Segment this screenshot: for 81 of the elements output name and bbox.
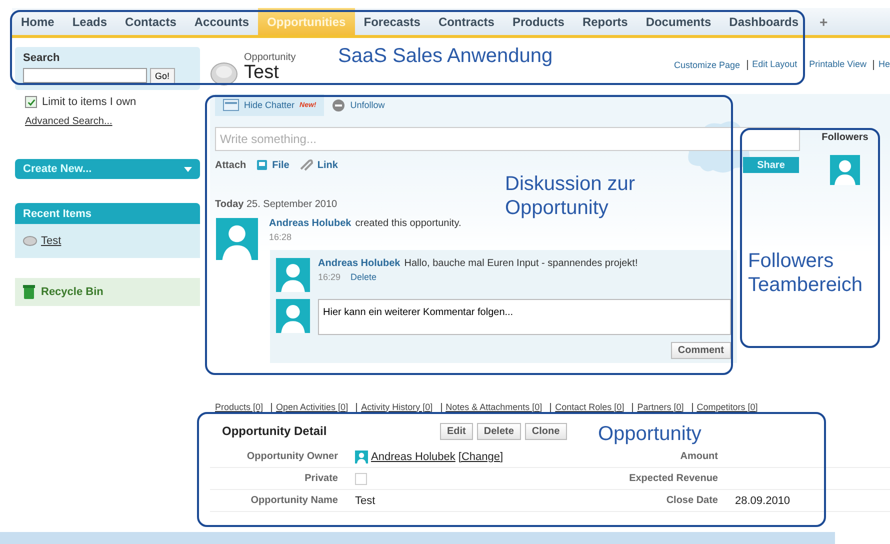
comment-field[interactable]: Hier kann ein weiterer Kommentar folgen... <box>318 299 731 335</box>
document-icon <box>256 159 268 171</box>
field-label: Private <box>304 473 338 484</box>
comment-text: Hallo, bauche mal Euren Input - spannendes projekt! <box>404 258 638 269</box>
related-list-link[interactable]: Contact Roles [0] <box>550 402 626 412</box>
field-label: Opportunity Owner <box>246 451 338 462</box>
nav-tab[interactable]: Contacts <box>116 8 186 35</box>
field-label: Amount <box>679 451 718 462</box>
search-field[interactable] <box>23 68 147 83</box>
page-link[interactable]: He <box>873 60 890 70</box>
recent-items-title: Recent Items <box>23 208 92 220</box>
change-link[interactable]: [Change] <box>458 450 504 462</box>
recycle-bin-link[interactable]: Recycle Bin <box>41 286 104 298</box>
related-list-link[interactable]: Open Activities [0] <box>271 402 350 412</box>
record-type: Opportunity <box>244 52 296 63</box>
checkbox-label: Limit to items I own <box>42 96 136 108</box>
avatar-icon[interactable] <box>830 155 860 185</box>
nav-tab[interactable]: Forecasts <box>354 8 430 35</box>
detail-button[interactable]: Delete <box>476 422 521 440</box>
annotation-label: Followers Teambereich <box>748 249 864 297</box>
nav-tab[interactable]: Contracts <box>429 8 504 35</box>
related-list-link[interactable]: Notes & Attachments [0] <box>440 402 544 412</box>
page-link[interactable]: Customize Page <box>674 60 740 70</box>
avatar-icon <box>215 218 259 260</box>
coin-icon <box>23 236 37 246</box>
coin-icon <box>210 60 238 86</box>
nav-tab[interactable]: Home <box>12 8 64 35</box>
detail-button[interactable]: Clone <box>524 422 567 440</box>
field-label: Expected Revenue <box>628 473 718 484</box>
avatar-icon <box>276 258 310 292</box>
nav-tab[interactable]: Leads <box>63 8 116 35</box>
page-link[interactable]: Edit Layout <box>747 60 798 70</box>
feed-date: Today 25. September 2010 <box>215 199 338 210</box>
related-list-link[interactable]: Activity History [0] <box>356 402 435 412</box>
nav-tab[interactable]: Documents <box>636 8 720 35</box>
annotation-label: Opportunity <box>598 422 702 446</box>
add-tab-button[interactable]: + <box>808 8 840 35</box>
caret-icon <box>184 166 192 172</box>
record-title: Test <box>244 63 279 83</box>
field-value: 28.09.2010 <box>735 494 790 506</box>
nav-tab[interactable]: Dashboards <box>720 8 808 35</box>
field-label: Close Date <box>665 495 718 506</box>
checkbox[interactable] <box>25 96 37 108</box>
comment-button[interactable]: Comment <box>670 342 731 359</box>
nav-tab[interactable]: Accounts <box>185 8 258 35</box>
window-icon <box>223 99 239 111</box>
attach-link[interactable]: Link <box>299 159 338 171</box>
nav-tab[interactable]: Products <box>503 8 574 35</box>
page-link[interactable]: Printable View <box>804 60 866 70</box>
delete-link[interactable]: Delete <box>350 272 377 282</box>
recent-item-link[interactable]: Test <box>41 235 62 247</box>
section-title: Opportunity Detail <box>221 424 328 438</box>
field-label: Opportunity Name <box>250 495 338 506</box>
avatar-icon <box>355 450 368 464</box>
horizontal-scrollbar[interactable] <box>0 532 835 544</box>
annotation-label: Diskussion zur Opportunity <box>505 172 636 220</box>
detail-button[interactable]: Edit <box>440 422 473 440</box>
annotation-label: SaaS Sales Anwendung <box>338 44 554 68</box>
field-value: Test <box>355 494 376 506</box>
followers-title: Followers <box>822 132 868 143</box>
post-field[interactable]: Write something... <box>215 127 800 151</box>
owner-link[interactable]: Andreas Holubek <box>371 450 456 462</box>
attach-label: Attach <box>215 160 246 170</box>
author-link[interactable]: Andreas Holubek <box>318 258 400 269</box>
comment-time: 16:29 <box>318 272 341 282</box>
minus-icon <box>332 98 346 112</box>
advanced-search-link[interactable]: Advanced Search... <box>25 116 200 127</box>
avatar-icon <box>276 299 310 333</box>
post-text: created this opportunity. <box>355 218 462 229</box>
related-list-link[interactable]: Partners [0] <box>632 402 686 412</box>
trash-icon <box>23 285 35 299</box>
paperclip-icon <box>299 159 314 171</box>
search-title: Search <box>23 52 61 64</box>
related-list-link[interactable]: Products [0] <box>215 402 266 412</box>
nav-tab[interactable]: Reports <box>573 8 637 35</box>
go-button[interactable]: Go! <box>150 68 175 84</box>
post-time: 16:28 <box>269 232 293 242</box>
author-link[interactable]: Andreas Holubek <box>269 218 352 229</box>
attach-link[interactable]: File <box>256 159 290 171</box>
chatter-tab[interactable]: Unfollow <box>324 94 393 116</box>
related-list-link[interactable]: Competitors [0] <box>692 402 760 412</box>
